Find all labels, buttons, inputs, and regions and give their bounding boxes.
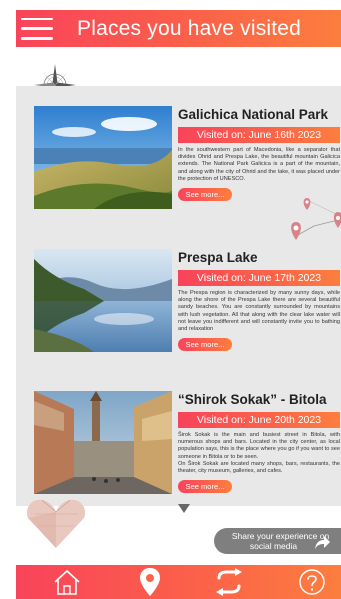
place-description: Širok Sokak is the main and busiest stre… [178, 432, 340, 475]
app-header: Places you have visited [16, 10, 341, 47]
place-photo [34, 106, 172, 209]
place-title: Prespa Lake [178, 250, 258, 265]
place-description-paragraph: On Širok Sokak are located many shops, b… [178, 460, 340, 475]
place-description: In the southwestern part of Macedonia, l… [178, 147, 340, 182]
location-pin-icon[interactable] [136, 565, 164, 599]
place-title: Galichica National Park [178, 107, 329, 122]
map-pins-icon [291, 198, 341, 240]
see-more-button[interactable]: See more... [178, 188, 232, 202]
places-panel[interactable]: Galichica National Park Visited on: June… [16, 86, 341, 506]
place-title: “Shirok Sokak” - Bitola [178, 392, 327, 407]
hamburger-menu-icon[interactable] [21, 17, 53, 40]
home-icon[interactable] [50, 565, 84, 599]
bottom-nav [16, 565, 341, 599]
page-title: Places you have visited [77, 16, 302, 40]
swap-arrows-icon[interactable] [214, 565, 244, 599]
see-more-button[interactable]: See more... [178, 338, 232, 352]
visited-date-badge: Visited on: June 17th 2023 [178, 270, 340, 286]
place-photo [34, 391, 172, 494]
share-social-button[interactable]: Share your experience on social media [214, 528, 341, 554]
scroll-down-arrow-icon[interactable] [178, 504, 190, 513]
share-arrow-icon [315, 536, 330, 549]
visited-date-badge: Visited on: June 20th 2023 [178, 412, 340, 428]
visited-date-badge: Visited on: June 16th 2023 [178, 127, 340, 143]
origami-heart-icon [26, 499, 86, 548]
place-description: The Prespa region is characterized by ma… [178, 290, 340, 333]
place-photo [34, 249, 172, 352]
see-more-button[interactable]: See more... [178, 480, 232, 494]
place-description-paragraph: Širok Sokak is the main and busiest stre… [178, 432, 340, 460]
help-question-icon[interactable] [297, 565, 327, 599]
